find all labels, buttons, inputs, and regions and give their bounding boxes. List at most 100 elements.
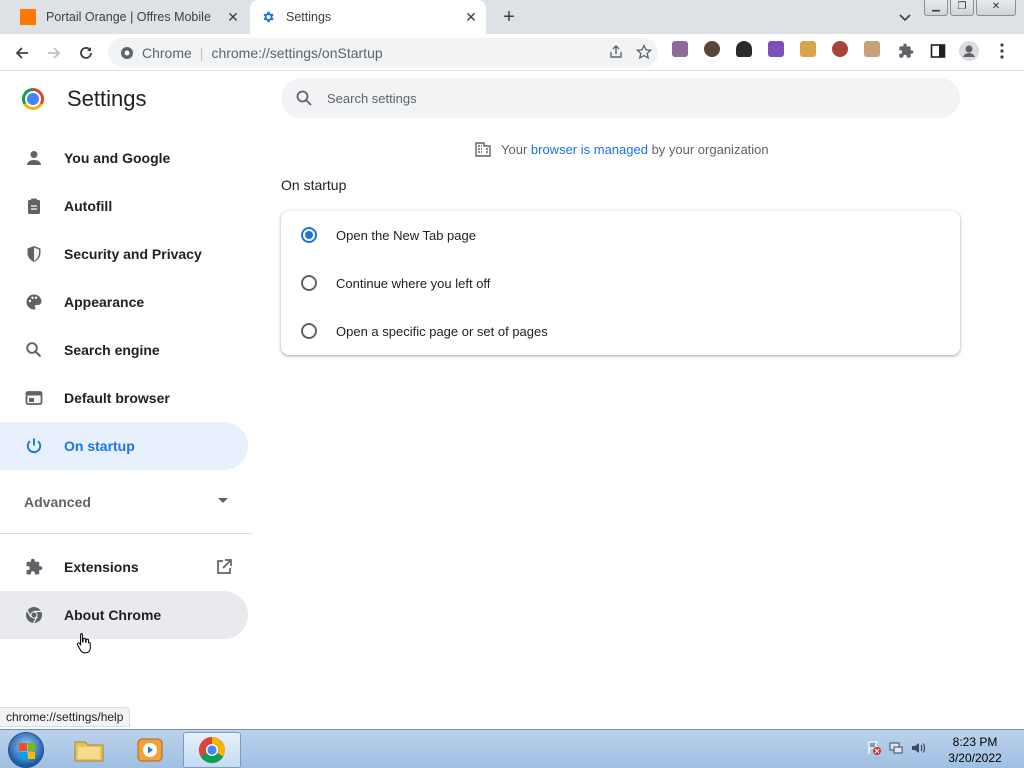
volume-icon[interactable]: [910, 740, 926, 756]
profile-avatar-icon[interactable]: [959, 41, 979, 61]
caret-down-icon: [218, 498, 228, 503]
status-url-bubble: chrome://settings/help: [0, 707, 131, 727]
media-player-taskbar-button[interactable]: [121, 732, 179, 768]
sidebar-item-security-and-privacy[interactable]: Security and Privacy: [0, 230, 248, 278]
network-icon[interactable]: [888, 740, 904, 756]
site-name: Chrome: [142, 44, 192, 61]
file-explorer-taskbar-button[interactable]: [60, 732, 118, 768]
search-icon: [24, 340, 44, 360]
reload-button[interactable]: [74, 41, 98, 65]
sidebar-item-on-startup[interactable]: On startup: [0, 422, 248, 470]
restore-button[interactable]: ❐: [950, 0, 974, 16]
bookmark-star-icon[interactable]: [636, 44, 652, 60]
page-title: Settings: [67, 86, 147, 111]
search-icon: [296, 90, 312, 106]
shield-icon: [24, 244, 44, 264]
advanced-section-toggle[interactable]: Advanced: [0, 470, 252, 534]
startup-option-new-tab[interactable]: Open the New Tab page: [281, 211, 960, 259]
menu-kebab-icon[interactable]: [992, 41, 1012, 61]
tab-orange[interactable]: Portail Orange | Offres Mobiles, I ✕: [12, 0, 248, 34]
windows-taskbar: 8:23 PM 3/20/2022: [0, 729, 1024, 768]
managed-suffix: by your organization: [647, 141, 769, 157]
url-text: chrome://settings/onStartup: [211, 44, 383, 61]
clipboard-icon: [24, 196, 44, 216]
extension-icon[interactable]: [672, 41, 688, 57]
back-button[interactable]: [10, 41, 34, 65]
action-center-flag-icon[interactable]: [866, 740, 882, 756]
hand-cursor-icon: [76, 632, 92, 654]
minimize-button[interactable]: ▁: [924, 0, 948, 16]
side-panel-icon[interactable]: [928, 41, 948, 61]
sidebar-item-autofill[interactable]: Autofill: [0, 182, 248, 230]
tab-search-chevron-icon[interactable]: [896, 8, 914, 26]
open-in-new-icon: [215, 558, 233, 579]
sidebar-item-you-and-google[interactable]: You and Google: [0, 134, 248, 182]
search-settings-box[interactable]: [281, 78, 960, 118]
sidebar-item-default-browser[interactable]: Default browser: [0, 374, 248, 422]
chrome-icon: [24, 605, 44, 625]
system-tray: [866, 740, 926, 756]
tab-label: Settings: [286, 10, 332, 24]
chrome-logo-icon: [22, 88, 44, 110]
startup-options-card: Open the New Tab page Continue where you…: [281, 211, 960, 355]
managed-notice: Your browser is managed by your organiza…: [474, 140, 769, 158]
extensions-puzzle-icon[interactable]: [896, 41, 916, 61]
sidebar-item-search-engine[interactable]: Search engine: [0, 326, 248, 374]
search-input[interactable]: [327, 90, 927, 106]
sidebar-bottom-items: Extensions About Chrome: [0, 543, 248, 639]
section-title: On startup: [281, 177, 347, 193]
startup-option-label: Open a specific page or set of pages: [336, 323, 548, 339]
close-tab-icon[interactable]: ✕: [464, 10, 478, 24]
puzzle-icon: [24, 557, 44, 577]
share-icon[interactable]: [608, 44, 624, 60]
startup-option-label: Continue where you left off: [336, 275, 491, 291]
radio-button[interactable]: [301, 323, 317, 339]
settings-gear-icon: [260, 9, 276, 25]
advanced-label: Advanced: [24, 493, 91, 510]
extension-icon[interactable]: [832, 41, 848, 57]
tab-label: Portail Orange | Offres Mobiles, I: [46, 10, 211, 24]
sidebar-item-label: Appearance: [64, 294, 145, 310]
building-icon: [475, 142, 491, 157]
startup-option-continue[interactable]: Continue where you left off: [281, 259, 960, 307]
browser-managed-link[interactable]: browser is managed: [531, 142, 648, 157]
extension-icon[interactable]: [800, 41, 816, 57]
chrome-site-icon: [121, 46, 133, 59]
startup-option-specific-pages[interactable]: Open a specific page or set of pages: [281, 307, 960, 355]
forward-button[interactable]: [42, 41, 66, 65]
chrome-taskbar-button[interactable]: [183, 732, 241, 768]
person-icon: [24, 148, 44, 168]
media-player-icon: [137, 738, 163, 762]
sidebar-item-appearance[interactable]: Appearance: [0, 278, 248, 326]
extension-icon[interactable]: [736, 41, 752, 57]
extension-icon[interactable]: [864, 41, 880, 57]
extension-icon[interactable]: [768, 41, 784, 57]
palette-icon: [24, 292, 44, 312]
taskbar-clock[interactable]: 8:23 PM 3/20/2022: [940, 734, 1010, 766]
extensions-row: [672, 41, 880, 57]
sidebar-item-about-chrome[interactable]: About Chrome: [0, 591, 248, 639]
radio-button[interactable]: [301, 275, 317, 291]
managed-prefix: Your: [501, 141, 531, 157]
close-window-button[interactable]: ✕: [976, 0, 1016, 16]
sidebar-item-label: About Chrome: [64, 607, 162, 623]
tab-settings[interactable]: Settings ✕: [250, 0, 486, 34]
window-controls: ▁ ❐ ✕: [924, 0, 1016, 16]
address-bar[interactable]: Chrome | chrome://settings/onStartup: [108, 38, 658, 67]
extension-icon[interactable]: [704, 41, 720, 57]
sidebar-item-label: Default browser: [64, 390, 170, 406]
power-icon: [24, 436, 44, 456]
close-tab-icon[interactable]: ✕: [226, 10, 240, 24]
folder-icon: [74, 741, 104, 762]
windows-logo-icon: [19, 743, 35, 759]
start-button[interactable]: [8, 732, 44, 768]
clock-date: 3/20/2022: [948, 751, 1002, 765]
new-tab-button[interactable]: +: [498, 6, 520, 28]
browser-window-icon: [24, 388, 44, 408]
sidebar-item-label: Autofill: [64, 198, 113, 214]
sidebar-item-label: Security and Privacy: [64, 246, 202, 262]
radio-button[interactable]: [301, 227, 317, 243]
sidebar-item-extensions[interactable]: Extensions: [0, 543, 248, 591]
startup-option-label: Open the New Tab page: [336, 227, 476, 243]
clock-time: 8:23 PM: [952, 735, 998, 749]
